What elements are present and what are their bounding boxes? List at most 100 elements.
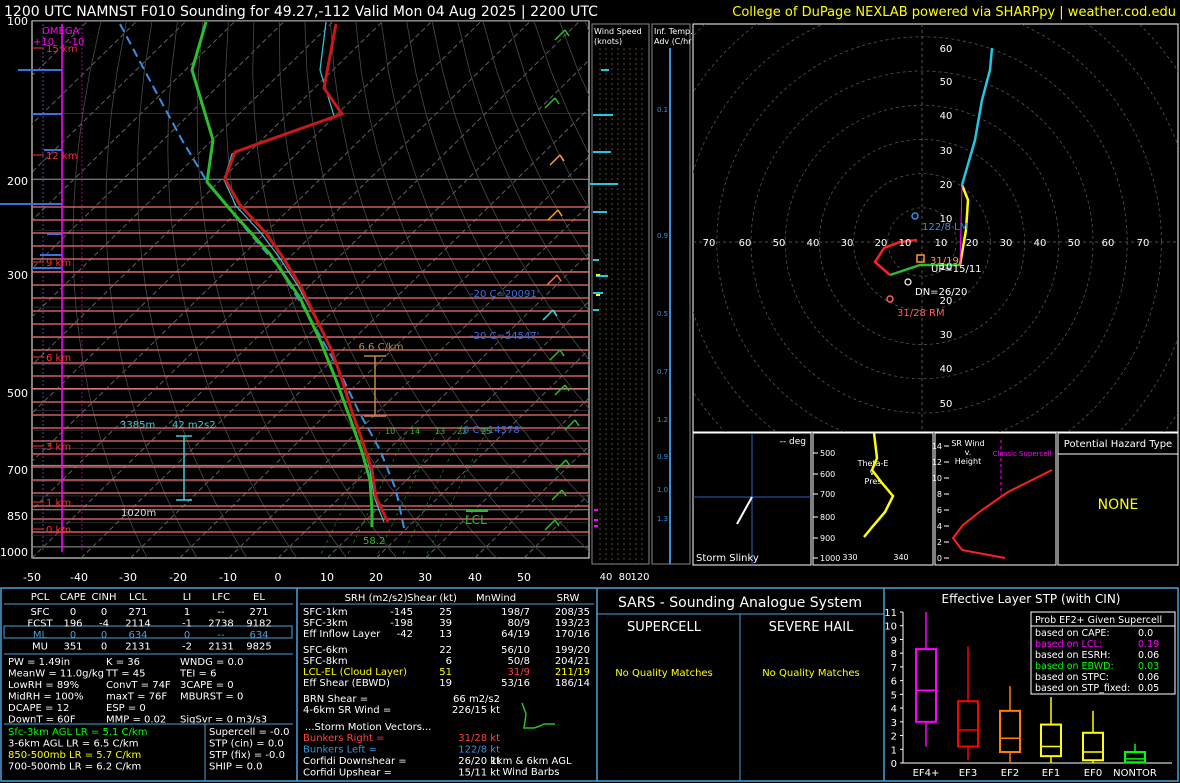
pressure-tick-label: 200	[7, 175, 28, 188]
stp-y-label: 7	[891, 663, 897, 674]
temp-advection-title: Inf. Temp.	[654, 27, 693, 36]
temp-tick-label: 20	[369, 571, 383, 584]
height-m20b-label: -20 C=24547'	[470, 331, 539, 342]
stp-prob-label: based on EBWD:	[1035, 661, 1114, 672]
stp-category-label: EF4+	[913, 768, 940, 779]
kinematics-shear: 25	[439, 607, 452, 618]
srwind-y-label: 4	[937, 522, 942, 531]
parcel-cell: 0	[101, 642, 107, 653]
index-value: MBURST = 0	[180, 692, 243, 703]
sars-title: SARS - Sounding Analogue System	[618, 595, 862, 611]
omega-title: OMEGA	[42, 26, 80, 37]
kinematics-srh: -198	[390, 618, 413, 629]
sounding-canvas: 1200 UTC NAMNST F010 Sounding for 49.27,…	[0, 4, 1179, 782]
brn-value: 66 m2/s2	[453, 694, 500, 705]
lapse-rate: 3-6km AGL LR = 6.5 C/km	[8, 739, 138, 750]
parcel-cell: 0	[184, 630, 190, 641]
lcl-label: LCL	[465, 513, 487, 527]
downshear-label: DN=26/20	[915, 287, 967, 298]
parcel-cell: -1	[182, 619, 192, 630]
stp-y-label: 9	[891, 635, 897, 646]
storm-motion-value: 122/8 kt	[458, 745, 500, 756]
parcel-cell: 0	[101, 607, 107, 618]
parcel-cell: 196	[63, 619, 82, 630]
index-value: ConvT = 74F	[106, 680, 171, 691]
hodograph-x-tick: 10	[935, 238, 948, 249]
temp-tick-label: 30	[418, 571, 432, 584]
stp-prob-value: 0.06	[1138, 650, 1159, 661]
thetae-p-label: 500	[820, 449, 835, 458]
composite-index: STP (fix) = -0.0	[209, 750, 285, 761]
kinematics-row-label: SFC-3km	[303, 618, 348, 629]
height-label: 6 km	[46, 353, 71, 364]
stp-y-label: 6	[891, 677, 897, 688]
srwind-y-label: 0	[937, 554, 942, 563]
height-label: 9 km	[46, 258, 71, 269]
srwind-y-label: 8	[937, 490, 942, 499]
lapse-rate: 700-500mb LR = 6.2 C/km	[8, 762, 141, 773]
parcel-cell: 634	[249, 630, 268, 641]
lapse-rate-label: 6.6 C/km	[359, 342, 404, 353]
stp-prob-value: 0.03	[1138, 661, 1159, 672]
composite-index: STP (cin) = 0.0	[209, 739, 284, 750]
kinematics-srh: -42	[397, 629, 413, 640]
pressure-tick-label: 700	[7, 464, 28, 477]
pressure-tick-label: 300	[7, 269, 28, 282]
composite-index: SHIP = 0.0	[209, 762, 263, 773]
index-value: TT = 45	[105, 669, 146, 680]
hodograph-x-tick: 70	[703, 238, 716, 249]
hodograph-y-tick: 30	[940, 330, 953, 341]
thetae-p-label: 1000	[820, 554, 840, 563]
kinematics-header: SRH (m2/s2)	[345, 593, 408, 604]
parcel-cell: 2131	[208, 642, 233, 653]
temp-advection-value: 0.5	[657, 310, 668, 318]
temp-advection-value: 0.7	[657, 368, 668, 376]
kinematics-shear: 13	[439, 629, 452, 640]
wind-speed-tick-label: 40	[600, 572, 613, 583]
stp-category-label: EF3	[959, 768, 977, 779]
stp-prob-label: based on ESRH:	[1035, 650, 1111, 661]
thetae-panel: 5006007008009001000Theta-Ev.Pres330 340	[812, 432, 934, 566]
kinematics-srw: 208/35	[555, 607, 590, 618]
hodograph-x-tick: 70	[1137, 238, 1150, 249]
storm-motion-label: Corfidi Upshear =	[303, 768, 392, 779]
temp-tick-label: 0	[275, 571, 282, 584]
hodograph-x-tick: 60	[739, 238, 752, 249]
index-value: WNDG = 0.0	[180, 657, 243, 668]
kinematics-mnwind: 80/9	[508, 618, 530, 629]
mixing-ratio-label: 22	[457, 427, 467, 436]
temp-tick-label: -10	[219, 571, 237, 584]
kinematics-mnwind: 198/7	[501, 607, 530, 618]
srwind-title: SR Wind	[951, 439, 984, 448]
index-value: DCAPE = 12	[8, 703, 69, 714]
barb-caption: 1km & 6km AGL	[490, 756, 572, 767]
height-label: 15 km	[46, 44, 77, 55]
srwind-classic-label: Classic Supercell	[993, 450, 1052, 458]
parcel-header: PCL	[31, 592, 50, 603]
pressure-tick-label: 500	[7, 387, 28, 400]
parcel-cell: --	[217, 630, 225, 641]
slinky-title: Storm Slinky	[696, 553, 759, 564]
pressure-tick-label: 850	[7, 510, 28, 523]
index-value: MeanW = 11.0g/kg	[8, 669, 104, 680]
stp-y-label: 5	[891, 690, 897, 701]
stp-prob-value: 0.05	[1138, 683, 1159, 694]
index-value: PW = 1.49in	[8, 657, 70, 668]
hodograph-x-tick: 30	[1000, 238, 1013, 249]
stp-y-label: 3	[891, 718, 897, 729]
wind-speed-units: (knots)	[594, 37, 622, 46]
hodograph-x-tick: 40	[807, 238, 820, 249]
mixing-ratio-label: 25	[481, 427, 491, 436]
srwind-y-label: 10	[932, 474, 942, 483]
wind-speed-title: Wind Speed	[594, 27, 642, 36]
stp-prob-value: 0.19	[1138, 639, 1159, 650]
temp-tick-label: 40	[468, 571, 482, 584]
kinematics-header: SRW	[557, 593, 580, 604]
hazard-panel: Potential Hazard Type NONE	[1057, 432, 1179, 566]
temp-advection-value: 1.0	[657, 486, 668, 494]
srwind-y-label: 12	[932, 458, 942, 467]
temp-advection-value: 1.3	[657, 515, 668, 523]
temp-advection-value: 0.9	[657, 232, 668, 240]
sars-hail-title: SEVERE HAIL	[769, 620, 854, 635]
pressure-tick-label: 100	[7, 15, 28, 28]
